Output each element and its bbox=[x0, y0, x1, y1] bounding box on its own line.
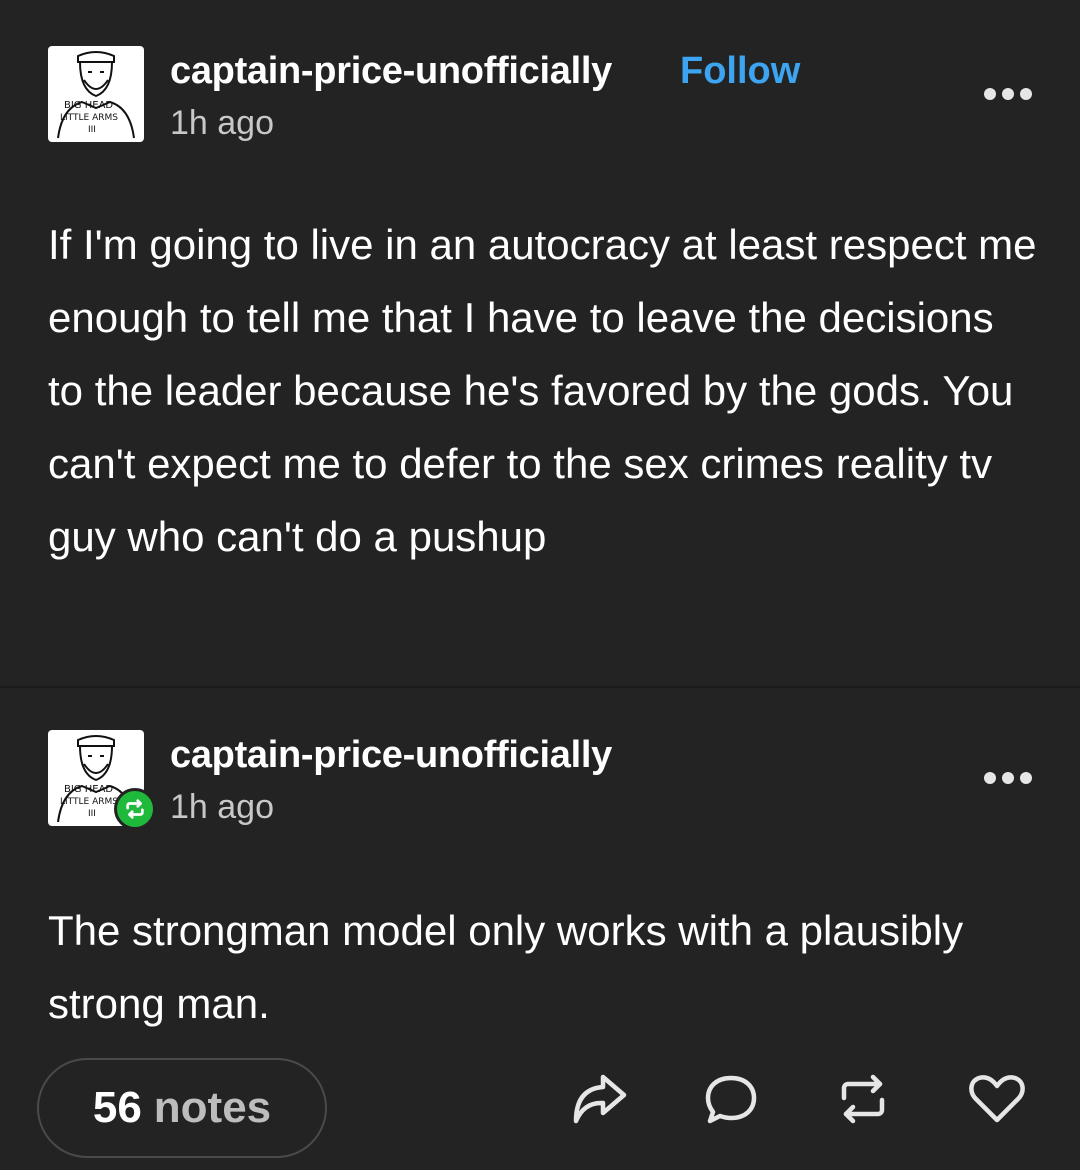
reblog-button[interactable] bbox=[830, 1066, 896, 1132]
heart-icon bbox=[969, 1075, 1025, 1123]
notes-count: 56 bbox=[92, 1083, 142, 1132]
reblog-badge-icon bbox=[114, 788, 156, 830]
like-button[interactable] bbox=[964, 1066, 1030, 1132]
notes-button[interactable]: 56 notes bbox=[37, 1058, 327, 1158]
more-options-button[interactable] bbox=[984, 84, 1032, 104]
reblog-icon bbox=[841, 1074, 885, 1124]
post-timestamp: 1h ago bbox=[170, 104, 274, 142]
svg-text:BIG HEAD: BIG HEAD bbox=[64, 100, 113, 111]
post-timestamp: 1h ago bbox=[170, 788, 274, 826]
post-body: The strongman model only works with a pl… bbox=[48, 907, 964, 1027]
svg-text:III: III bbox=[88, 809, 96, 819]
share-button[interactable] bbox=[566, 1066, 632, 1132]
follow-button[interactable]: Follow bbox=[680, 50, 800, 93]
reply-button[interactable] bbox=[698, 1066, 764, 1132]
author-name[interactable]: captain-price-unofficially bbox=[170, 734, 612, 777]
post-body: If I'm going to live in an autocracy at … bbox=[48, 221, 1037, 560]
svg-text:III: III bbox=[88, 125, 96, 135]
reply-icon bbox=[705, 1075, 757, 1124]
more-options-button[interactable] bbox=[984, 768, 1032, 788]
more-horizontal-icon bbox=[984, 88, 996, 100]
more-horizontal-icon bbox=[984, 772, 996, 784]
notes-label: notes bbox=[153, 1083, 272, 1132]
avatar[interactable]: BIG HEAD LITTLE ARMS III bbox=[48, 46, 144, 142]
svg-text:LITTLE ARMS: LITTLE ARMS bbox=[60, 113, 118, 123]
author-name[interactable]: captain-price-unofficially bbox=[170, 50, 612, 93]
reblog-post: BIG HEAD LITTLE ARMS III captain-price-u… bbox=[0, 688, 1080, 1170]
original-post: BIG HEAD LITTLE ARMS III captain-price-u… bbox=[0, 0, 1080, 686]
share-icon bbox=[573, 1074, 627, 1124]
svg-text:BIG HEAD: BIG HEAD bbox=[64, 784, 113, 795]
svg-text:LITTLE ARMS: LITTLE ARMS bbox=[60, 797, 118, 807]
